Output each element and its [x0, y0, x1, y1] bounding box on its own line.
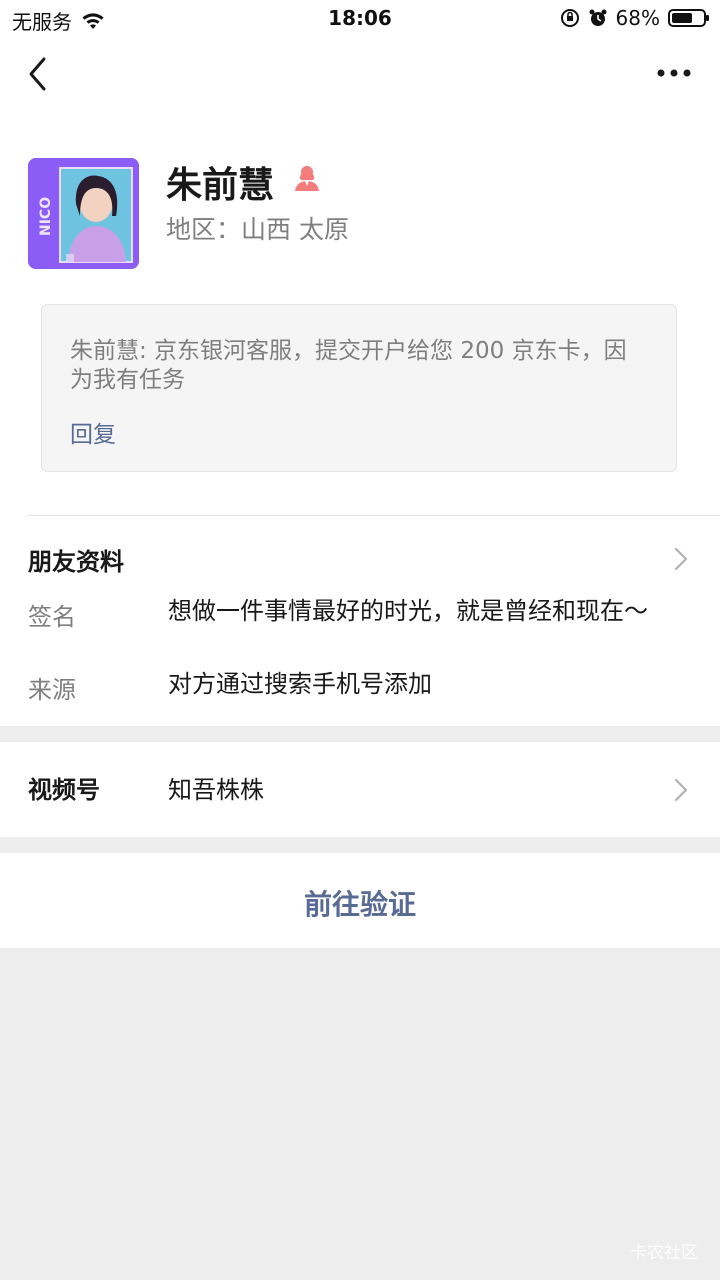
- alarm-icon: [589, 9, 607, 26]
- verify-button-label: 前往验证: [303, 888, 416, 921]
- signature-label: 签名: [28, 603, 76, 631]
- back-button[interactable]: [22, 52, 58, 96]
- source-label: 来源: [28, 676, 76, 704]
- battery-fill: [672, 13, 692, 23]
- status-bar: 无服务 18:06 68%: [0, 0, 720, 38]
- signature-value: 想做一件事情最好的时光，就是曾经和现在～: [168, 597, 648, 625]
- region-text: 地区：山西 太原: [166, 215, 349, 244]
- verify-button[interactable]: 前往验证: [0, 853, 720, 948]
- nav-bar: [0, 38, 720, 110]
- profile-section: NICO 朱前慧 地区：山西 太原 朱前慧: 京东银河客服，提交开户给您 200…: [0, 110, 720, 726]
- rotation-lock-icon: [560, 9, 579, 27]
- watermark: 卡农社区: [630, 1243, 698, 1263]
- video-channel-value: 知吾株株: [168, 776, 264, 804]
- source-value: 对方通过搜索手机号添加: [168, 670, 432, 698]
- video-channel-label: 视频号: [28, 776, 100, 804]
- divider: [28, 515, 720, 516]
- chevron-right-icon: [674, 778, 688, 802]
- status-right: 68%: [560, 6, 709, 30]
- greeting-message-box: 朱前慧: 京东银河客服，提交开户给您 200 京东卡，因为我有任务 回复: [41, 304, 677, 472]
- greeting-message: 朱前慧: 京东银河客服，提交开户给您 200 京东卡，因为我有任务: [70, 338, 627, 393]
- battery-percent: 68%: [615, 6, 660, 30]
- video-channel-row[interactable]: 视频号 知吾株株: [0, 742, 720, 837]
- avatar-image: NICO: [28, 158, 139, 269]
- reply-link[interactable]: 回复: [70, 415, 116, 449]
- friend-info-title: 朋友资料: [28, 548, 124, 576]
- avatar[interactable]: NICO: [28, 158, 139, 269]
- contact-name: 朱前慧: [166, 165, 275, 206]
- female-user-icon: [295, 166, 319, 191]
- chevron-left-icon: [29, 57, 46, 91]
- more-dots-icon: [657, 69, 691, 77]
- battery-icon: [668, 9, 709, 27]
- avatar-text: NICO: [38, 197, 54, 236]
- chevron-right-icon: [674, 547, 688, 571]
- more-button[interactable]: [654, 58, 694, 88]
